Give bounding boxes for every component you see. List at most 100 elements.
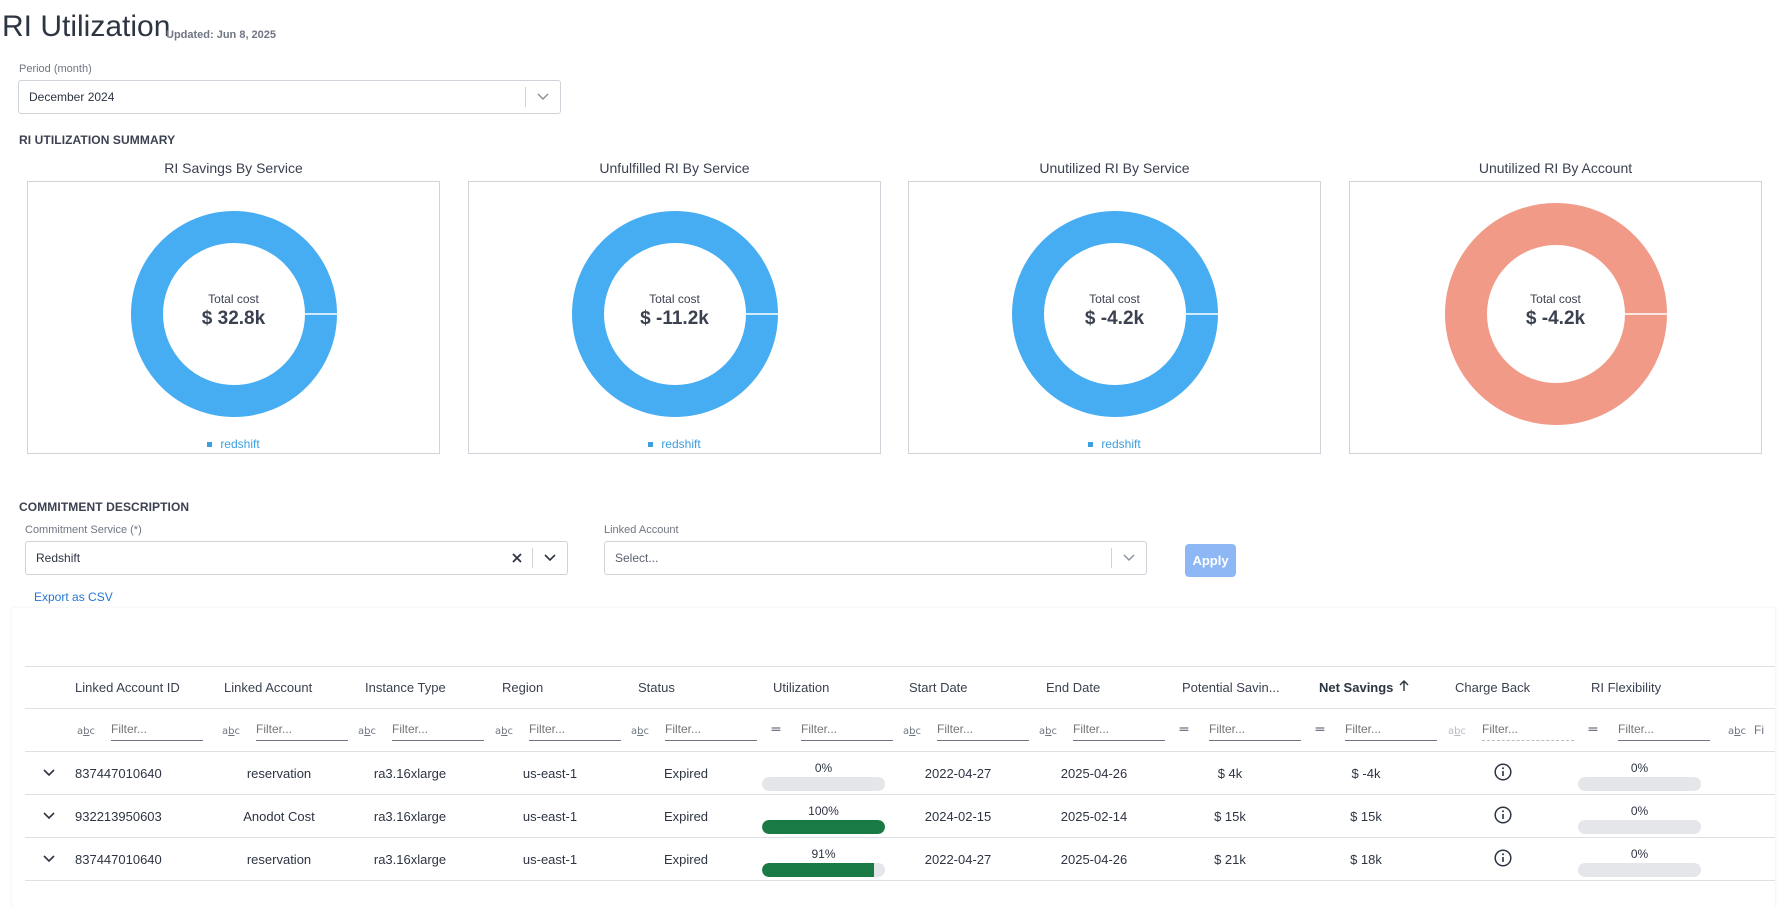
page-title: RI Utilization <box>2 10 171 43</box>
apply-button[interactable]: Apply <box>1185 544 1236 577</box>
cell-status: Expired <box>663 765 709 781</box>
cell-region: us-east-1 <box>522 765 578 781</box>
column-header-utilization[interactable]: Utilization <box>773 667 829 708</box>
filter-input-account_id[interactable] <box>111 719 203 741</box>
filter-cell-instance: abc <box>356 709 484 751</box>
chevron-down-icon[interactable] <box>1112 542 1146 574</box>
equals-filter-icon[interactable]: ═ <box>765 722 787 738</box>
donut-center-value: $ 32.8k <box>201 308 266 329</box>
cell-account: reservation <box>246 851 312 867</box>
column-header-net[interactable]: Net Savings <box>1319 667 1409 708</box>
cell-potential: $ 15k <box>1214 808 1246 824</box>
charge-back-cell <box>1438 752 1568 794</box>
chevron-down-icon[interactable] <box>526 81 560 113</box>
commitment-section-title: COMMITMENT DESCRIPTION <box>19 500 190 514</box>
commitment-service-label: Commitment Service (*) <box>25 524 142 536</box>
table-row[interactable]: 932213950603 Anodot Cost ra3.16xlarge us-ea… <box>25 795 1775 838</box>
progress-track <box>1578 820 1701 834</box>
equals-filter-icon[interactable]: ═ <box>1309 722 1331 738</box>
filter-input-status[interactable] <box>665 719 757 741</box>
progress-fill <box>762 820 885 834</box>
text-filter-icon[interactable]: abc <box>493 724 515 737</box>
column-header-status[interactable]: Status <box>638 667 675 708</box>
column-header-potential[interactable]: Potential Savin... <box>1182 667 1280 708</box>
text-filter-icon[interactable]: abc <box>629 724 651 737</box>
commitment-table-panel: Linked Account ID Linked Account Instance … <box>12 608 1775 908</box>
text-filter-icon[interactable]: abc <box>220 724 242 737</box>
ri-flexibility-bar: 0% <box>1578 795 1701 837</box>
filter-input-end[interactable] <box>1073 719 1165 741</box>
expand-row-icon[interactable] <box>43 752 55 794</box>
text-filter-icon[interactable]: abc <box>1037 724 1059 737</box>
filter-input-chargeback[interactable] <box>1482 719 1574 741</box>
column-header-flex[interactable]: RI Flexibility <box>1591 667 1661 708</box>
column-header-chargeback[interactable]: Charge Back <box>1455 667 1530 708</box>
chevron-down-icon[interactable] <box>533 542 567 574</box>
utilization-bar: 100% <box>762 795 885 837</box>
column-header-account_id[interactable]: Linked Account ID <box>75 667 180 708</box>
equals-filter-icon[interactable]: ═ <box>1173 722 1195 738</box>
sort-ascending-icon[interactable] <box>1399 680 1409 695</box>
expand-row-icon[interactable] <box>43 795 55 837</box>
column-header-instance[interactable]: Instance Type <box>365 667 446 708</box>
filter-input-region[interactable] <box>529 719 621 741</box>
filter-input-account[interactable] <box>256 719 348 741</box>
chart-legend[interactable]: redshift <box>28 437 439 451</box>
table-row[interactable]: 837447010640 reservation ra3.16xlarge us-ea… <box>25 838 1775 881</box>
column-header-start[interactable]: Start Date <box>909 667 968 708</box>
clear-icon[interactable] <box>502 542 532 574</box>
donut-center-label: Total cost <box>1089 292 1140 306</box>
column-header-label: Start Date <box>909 680 968 695</box>
cell-end: 2025-04-26 <box>1060 851 1128 867</box>
filter-input-flex[interactable] <box>1618 719 1710 741</box>
legend-label: redshift <box>220 437 260 451</box>
chart-title: Unutilized RI By Service <box>1039 160 1190 176</box>
column-header-label: Potential Savin... <box>1182 680 1280 695</box>
legend-marker <box>207 441 213 447</box>
filter-cell-potential: ═ <box>1173 709 1301 751</box>
chart-legend[interactable]: redshift <box>469 437 880 451</box>
text-filter-icon[interactable]: abc <box>1446 724 1468 737</box>
filter-cell-end: abc <box>1037 709 1165 751</box>
utilization-bar: 0% <box>762 752 885 794</box>
ri-flexibility-bar: 0% <box>1578 838 1701 880</box>
export-csv-link[interactable]: Export as CSV <box>34 590 113 604</box>
equals-filter-icon[interactable]: ═ <box>1582 722 1604 738</box>
filter-cell-status: abc <box>629 709 757 751</box>
column-header-end[interactable]: End Date <box>1046 667 1100 708</box>
info-icon[interactable] <box>1494 762 1512 784</box>
progress-value: 91% <box>811 847 836 861</box>
column-header-label: Region <box>502 680 544 695</box>
cell-potential: $ 4k <box>1217 765 1243 781</box>
progress-track <box>762 777 885 791</box>
chart-legend[interactable]: redshift <box>909 437 1320 451</box>
filter-input-overflow[interactable]: Fi <box>1754 723 1764 737</box>
column-header-region[interactable]: Region <box>502 667 543 708</box>
cell-status: Expired <box>663 851 709 867</box>
text-filter-icon[interactable]: abc <box>356 724 378 737</box>
expand-row-icon[interactable] <box>43 838 55 880</box>
donut-chart-card: Total cost $ 32.8k redshift <box>27 181 440 454</box>
donut-center-label: Total cost <box>208 292 259 306</box>
period-select[interactable]: December 2024 <box>18 80 561 114</box>
filter-input-utilization[interactable] <box>801 719 893 741</box>
info-icon[interactable] <box>1494 805 1512 827</box>
filter-input-net[interactable] <box>1345 719 1437 741</box>
filter-input-potential[interactable] <box>1209 719 1301 741</box>
ri-flexibility-bar: 0% <box>1578 752 1701 794</box>
info-icon[interactable] <box>1494 848 1512 870</box>
progress-fill <box>762 863 874 877</box>
linked-account-select[interactable]: Select... <box>604 541 1147 575</box>
table-row[interactable]: 837447010640 reservation ra3.16xlarge us-ea… <box>25 752 1775 795</box>
commitment-service-select[interactable]: Redshift <box>25 541 568 575</box>
column-header-label: Linked Account <box>224 680 313 695</box>
text-filter-icon[interactable]: abc <box>1726 724 1748 737</box>
filter-input-start[interactable] <box>937 719 1029 741</box>
text-filter-icon[interactable]: abc <box>901 724 923 737</box>
column-header-label: Linked Account ID <box>75 680 180 695</box>
text-filter-icon[interactable]: abc <box>75 724 97 737</box>
filter-input-instance[interactable] <box>392 719 484 741</box>
column-header-account[interactable]: Linked Account <box>224 667 312 708</box>
legend-marker <box>648 441 654 447</box>
cell-net: $ 18k <box>1350 851 1382 867</box>
